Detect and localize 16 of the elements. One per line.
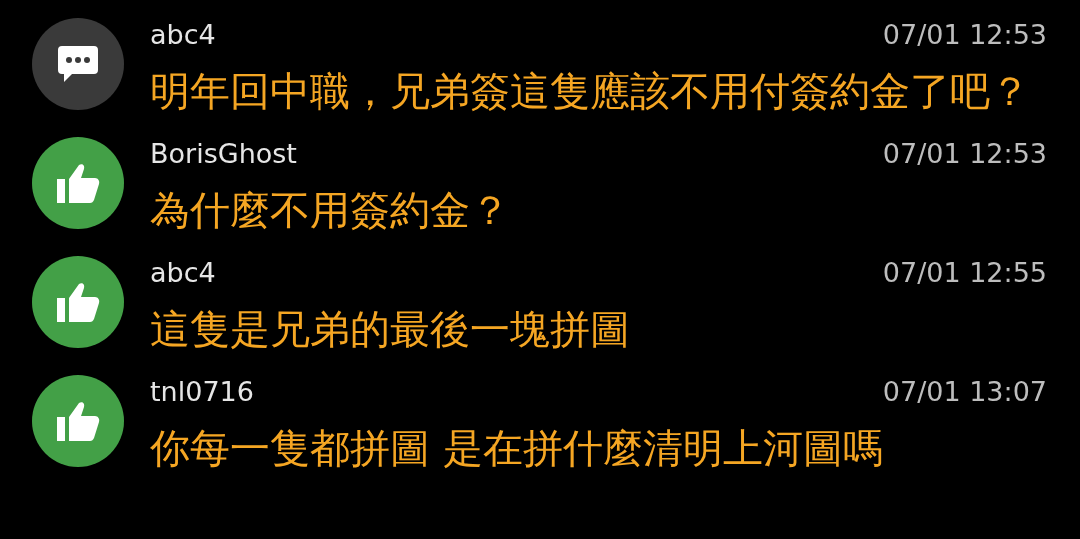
timestamp: 07/01 12:53 — [882, 136, 1047, 171]
comment-text: 明年回中職，兄弟簽這隻應該不用付簽約金了吧？ — [150, 67, 1031, 116]
comment-text: 為什麼不用簽約金？ — [150, 186, 511, 235]
timestamp: 07/01 13:07 — [882, 374, 1047, 409]
timestamp: 07/01 12:55 — [882, 255, 1047, 290]
username[interactable]: tnl0716 — [150, 371, 254, 413]
comment-text: 這隻是兄弟的最後一塊拼圖 — [150, 305, 631, 354]
thumbs-up-icon — [55, 161, 101, 205]
thumbs-up-icon — [55, 280, 101, 324]
username[interactable]: BorisGhost — [150, 133, 297, 175]
comment-text: 你每一隻都拼圖 是在拼什麼清明上河圖嗎 — [150, 424, 884, 473]
username[interactable]: abc4 — [150, 14, 216, 56]
thumbs-up-icon — [55, 399, 101, 443]
timestamp: 07/01 12:53 — [882, 17, 1047, 52]
speech-bubble-icon — [56, 44, 100, 84]
username[interactable]: abc4 — [150, 252, 216, 294]
